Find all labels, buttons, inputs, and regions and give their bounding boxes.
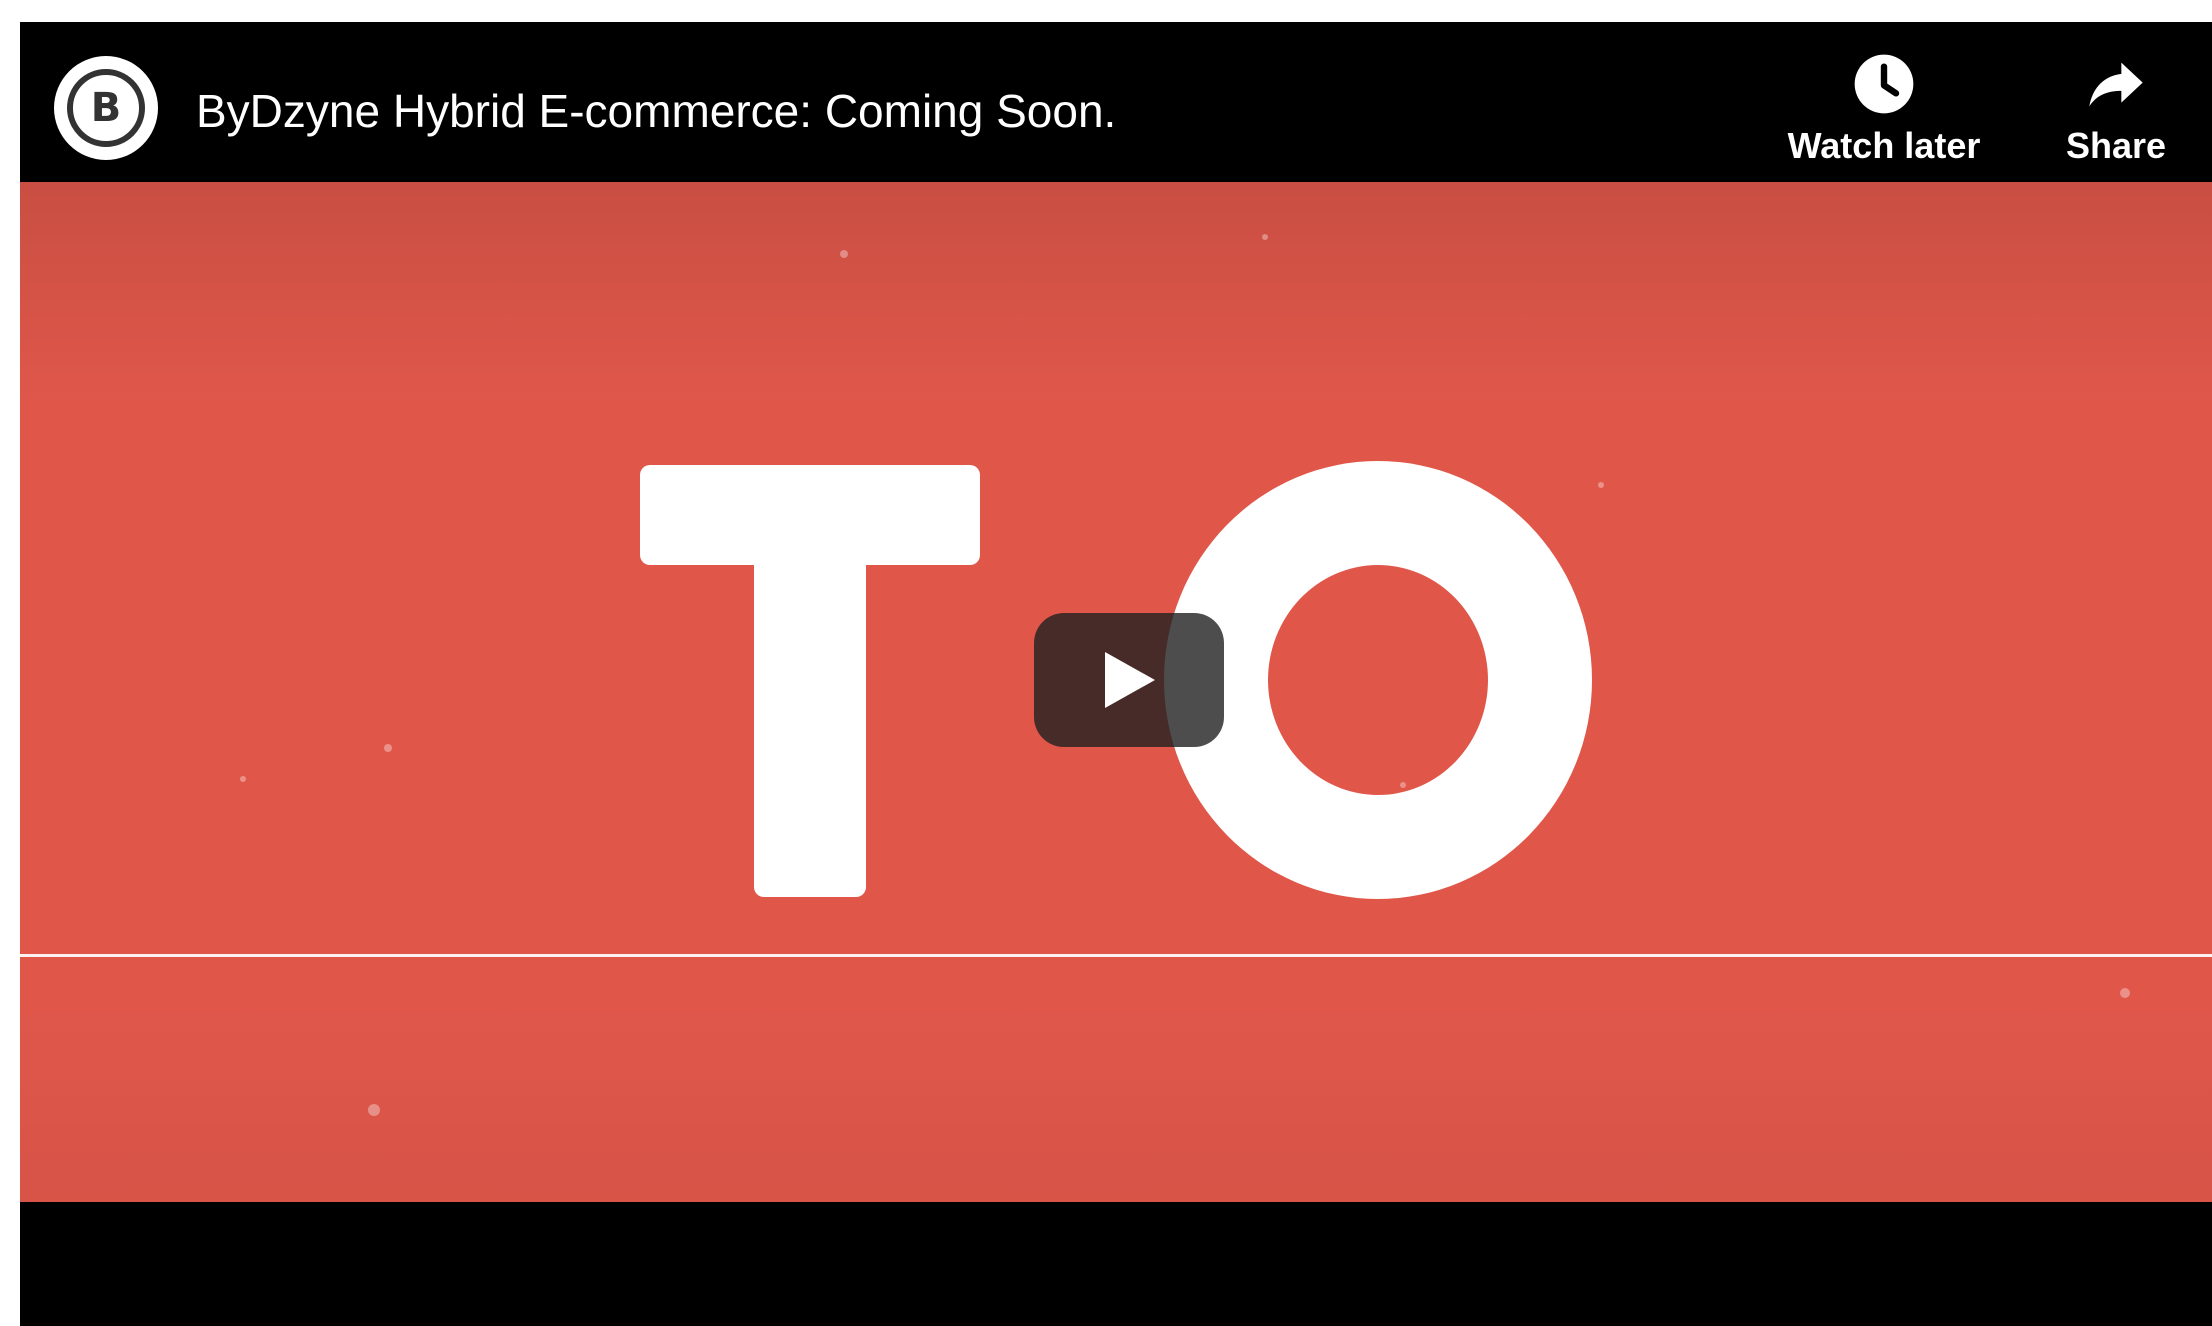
share-label: Share bbox=[2065, 125, 2167, 166]
watch-later-label: Watch later bbox=[1787, 125, 1981, 166]
share-arrow-icon bbox=[2089, 62, 2143, 107]
progress-line bbox=[20, 954, 2212, 957]
frame-letter-t-stem bbox=[754, 512, 866, 897]
dust-speck bbox=[1262, 234, 1268, 240]
channel-logo: B bbox=[67, 69, 145, 147]
play-icon bbox=[1105, 652, 1155, 708]
dust-speck bbox=[384, 744, 392, 752]
dust-speck bbox=[1598, 482, 1604, 488]
dust-speck bbox=[840, 250, 848, 258]
dust-speck bbox=[2120, 988, 2130, 998]
channel-avatar[interactable]: B bbox=[54, 56, 158, 160]
watch-later-button[interactable]: Watch later bbox=[1776, 52, 1992, 166]
video-player[interactable]: B ByDzyne Hybrid E-commerce: Coming Soon… bbox=[20, 22, 2212, 1326]
channel-logo-letter: B bbox=[90, 85, 122, 131]
play-button[interactable] bbox=[1034, 613, 1224, 747]
dust-speck bbox=[240, 776, 246, 782]
video-header: B ByDzyne Hybrid E-commerce: Coming Soon… bbox=[20, 22, 2212, 182]
share-button[interactable]: Share bbox=[2036, 52, 2196, 166]
clock-icon bbox=[1854, 54, 1914, 114]
video-title[interactable]: ByDzyne Hybrid E-commerce: Coming Soon. bbox=[196, 84, 1116, 138]
frame-letter-o bbox=[1164, 461, 1592, 899]
dust-speck bbox=[368, 1104, 380, 1116]
